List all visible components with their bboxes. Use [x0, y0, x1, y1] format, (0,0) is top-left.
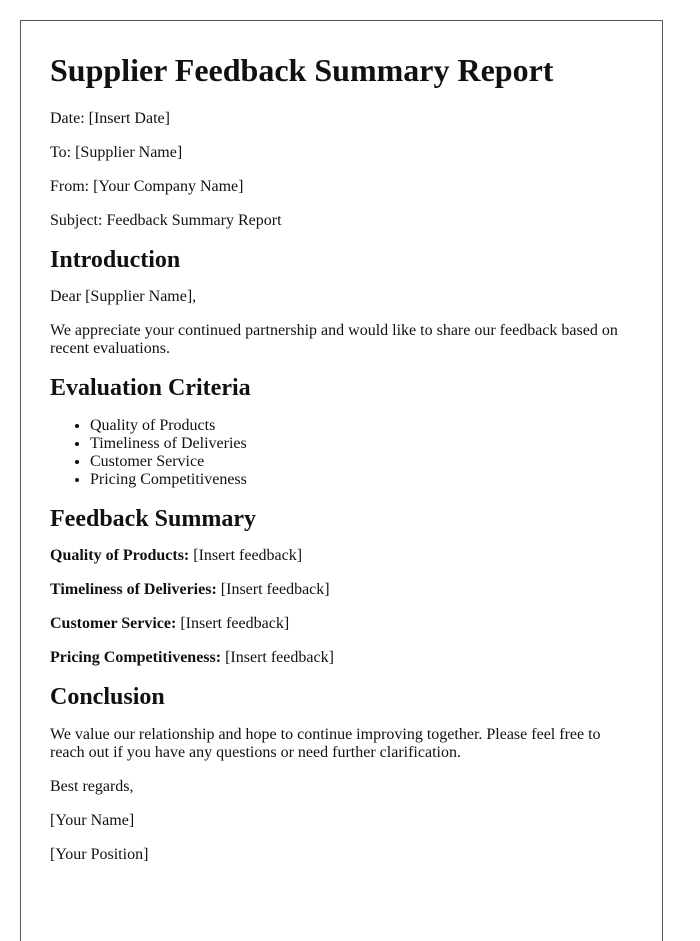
feedback-label: Timeliness of Deliveries:	[50, 581, 217, 598]
feedback-label: Customer Service:	[50, 615, 177, 632]
introduction-section: Dear [Supplier Name], We appreciate your…	[50, 288, 633, 358]
sender-name: [Your Name]	[50, 812, 135, 829]
criteria-heading: Evaluation Criteria	[50, 375, 251, 401]
criteria-list: Quality of Products Timeliness of Delive…	[50, 417, 633, 489]
feedback-item: Timeliness of Deliveries: [Insert feedba…	[50, 581, 633, 599]
feedback-item: Customer Service: [Insert feedback]	[50, 615, 633, 633]
conclusion-section: We value our relationship and hope to co…	[50, 726, 633, 864]
page-title: Supplier Feedback Summary Report	[50, 52, 554, 88]
feedback-heading: Feedback Summary	[50, 506, 256, 532]
criteria-item: Quality of Products	[90, 417, 633, 435]
conclusion-heading: Conclusion	[50, 684, 165, 710]
criteria-item: Pricing Competitiveness	[90, 471, 633, 489]
feedback-item: Pricing Competitiveness: [Insert feedbac…	[50, 649, 633, 667]
report-document: Supplier Feedback Summary Report Date: […	[20, 20, 663, 941]
feedback-label: Quality of Products:	[50, 547, 190, 564]
criteria-item: Customer Service	[90, 453, 633, 471]
feedback-value: [Insert feedback]	[216, 581, 330, 598]
greeting: Dear [Supplier Name],	[50, 288, 197, 305]
to-line: To: [Supplier Name]	[50, 144, 183, 161]
criteria-item: Timeliness of Deliveries	[90, 435, 633, 453]
sender-position: [Your Position]	[50, 846, 149, 863]
feedback-value: [Insert feedback]	[189, 547, 303, 564]
introduction-body: We appreciate your continued partnership…	[50, 322, 618, 357]
feedback-item: Quality of Products: [Insert feedback]	[50, 547, 633, 565]
from-line: From: [Your Company Name]	[50, 178, 244, 195]
report-meta: Date: [Insert Date] To: [Supplier Name] …	[50, 110, 633, 230]
introduction-heading: Introduction	[50, 247, 181, 273]
feedback-value: [Insert feedback]	[221, 649, 334, 666]
conclusion-body: We value our relationship and hope to co…	[50, 726, 601, 761]
date-line: Date: [Insert Date]	[50, 110, 170, 127]
feedback-value: [Insert feedback]	[176, 615, 290, 632]
feedback-section: Quality of Products: [Insert feedback] T…	[50, 547, 633, 667]
closing: Best regards,	[50, 778, 134, 795]
subject-line: Subject: Feedback Summary Report	[50, 212, 282, 229]
feedback-label: Pricing Competitiveness:	[50, 649, 222, 666]
